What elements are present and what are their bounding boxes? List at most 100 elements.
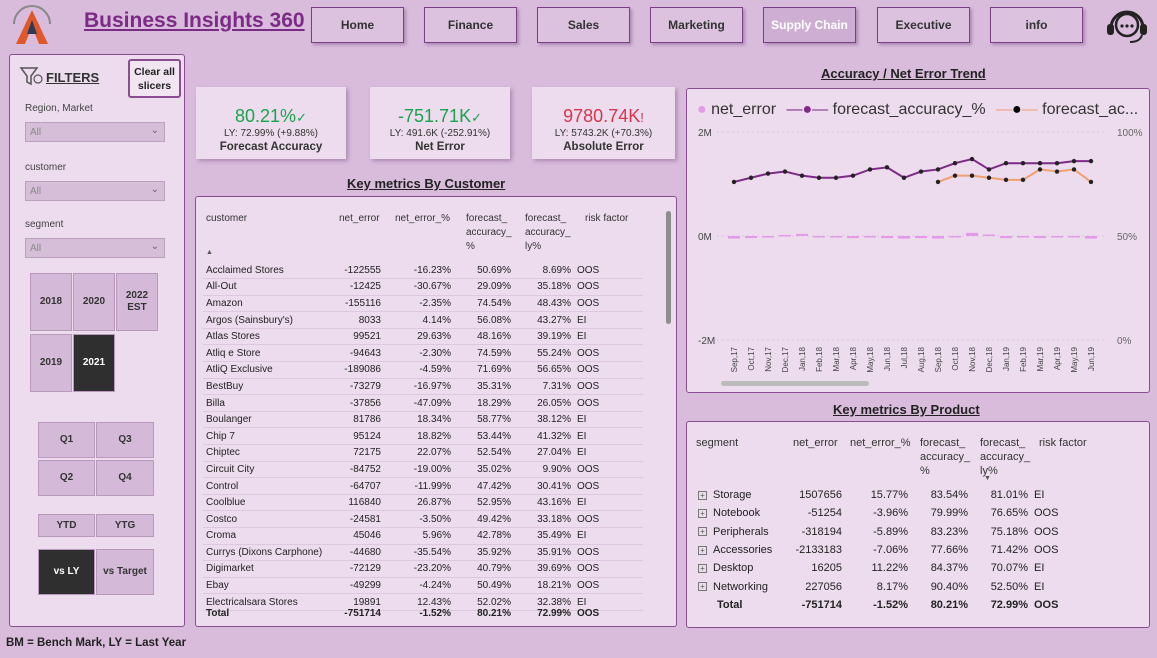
net-error-pct: 18.34% bbox=[384, 411, 454, 429]
col-header-forecast-accuracy[interactable]: forecast_ accuracy_ % bbox=[920, 436, 976, 478]
chart-scrollbar[interactable] bbox=[721, 381, 869, 386]
table-row[interactable]: + Desktop 16205 11.22% 84.37% 70.07% EI bbox=[695, 559, 1099, 577]
year-2019-tile[interactable]: 2019 bbox=[30, 334, 72, 392]
risk-factor: EI bbox=[1034, 489, 1045, 502]
forecast-accuracy-point bbox=[1088, 158, 1094, 164]
region-filter-dropdown[interactable]: All ⌄ bbox=[25, 122, 165, 142]
col-header-net-error-pct[interactable]: net_error_% bbox=[395, 212, 450, 226]
col-header-forecast-accuracy-ly[interactable]: forecast_ accuracy_ ly% bbox=[525, 212, 577, 254]
table-row[interactable]: Circuit City -84752 -19.00% 35.02% 9.90% OOS bbox=[203, 461, 643, 479]
net-error: -751714 bbox=[801, 598, 842, 611]
nav-executive-button[interactable]: Executive bbox=[877, 7, 970, 43]
net-error-bar bbox=[728, 236, 740, 239]
expand-plus-icon[interactable]: + bbox=[698, 509, 707, 519]
forecast-accuracy: 48.16% bbox=[454, 328, 514, 346]
risk-factor: OOS bbox=[1034, 507, 1059, 520]
net-error-pct: 22.07% bbox=[384, 444, 454, 462]
nav-sales-button[interactable]: Sales bbox=[537, 7, 630, 43]
chevron-down-icon: ⌄ bbox=[150, 184, 159, 195]
nav-marketing-button[interactable]: Marketing bbox=[650, 7, 743, 43]
customer-filter-dropdown[interactable]: All ⌄ bbox=[25, 181, 165, 201]
forecast-accuracy: 74.59% bbox=[454, 344, 514, 363]
expand-plus-icon[interactable]: + bbox=[698, 582, 707, 592]
table-row[interactable]: + Accessories -2133183 -7.06% 77.66% 71.42% OO… bbox=[695, 541, 1099, 559]
clear-slicers-button[interactable]: Clear all slicers bbox=[128, 59, 181, 98]
nav-supply-chain-button[interactable]: Supply Chain bbox=[763, 7, 856, 43]
nav-finance-button[interactable]: Finance bbox=[424, 7, 517, 43]
trend-chart-panel: ● net_error —●— forecast_accuracy_% —●— … bbox=[686, 88, 1150, 393]
segment-filter-dropdown[interactable]: All ⌄ bbox=[25, 238, 165, 258]
col-header-risk-factor[interactable]: risk factor bbox=[585, 212, 628, 226]
table-row[interactable]: Atliq e Store -94643 -2.30% 74.59% 55.24% OOS bbox=[203, 344, 643, 363]
table-row[interactable]: Croma 45046 5.96% 42.78% 35.49% EI bbox=[203, 527, 643, 545]
table-row[interactable]: Argos (Sainsbury's) 8033 4.14% 56.08% 43.27%… bbox=[203, 311, 643, 329]
table-row[interactable]: + Peripherals -318194 -5.89% 83.23% 75.18% OOS bbox=[695, 523, 1099, 541]
col-header-customer[interactable]: customer bbox=[206, 212, 247, 226]
forecast-accuracy-point bbox=[1054, 161, 1060, 166]
ytd-tile[interactable]: YTD bbox=[38, 514, 95, 537]
ytg-tile[interactable]: YTG bbox=[96, 514, 154, 537]
vs-target-toggle[interactable]: vs Target bbox=[96, 549, 154, 595]
table-row[interactable]: BestBuy -73279 -16.97% 35.31% 7.31% OOS bbox=[203, 378, 643, 396]
col-header-forecast-accuracy[interactable]: forecast_ accuracy_ % bbox=[466, 212, 518, 254]
table-row[interactable]: + Networking 227056 8.17% 90.40% 52.50% EI bbox=[695, 577, 1099, 595]
quarter-q1-tile[interactable]: Q1 bbox=[38, 422, 95, 458]
customer-name: Atlas Stores bbox=[203, 328, 330, 346]
table-scrollbar[interactable] bbox=[666, 211, 671, 324]
expand-plus-icon[interactable]: + bbox=[698, 563, 707, 573]
x-tick-label: Oct,18 bbox=[951, 346, 960, 370]
net-error-bar bbox=[1017, 236, 1029, 238]
customer-metrics-table[interactable]: customer ▲ net_error net_error_% forecas… bbox=[195, 196, 677, 627]
table-row[interactable]: Atlas Stores 99521 29.63% 48.16% 39.19% EI bbox=[203, 328, 643, 346]
product-metrics-table[interactable]: segment net_error net_error_% forecast_ … bbox=[686, 421, 1150, 628]
table-row[interactable]: Digimarket -72129 -23.20% 40.79% 39.69% OOS bbox=[203, 560, 643, 578]
quarter-q3-tile[interactable]: Q3 bbox=[96, 422, 154, 458]
col-header-net-error[interactable]: net_error bbox=[339, 212, 380, 226]
nav-home-button[interactable]: Home bbox=[311, 7, 404, 43]
table-row[interactable]: Coolblue 116840 26.87% 52.95% 43.16% EI bbox=[203, 494, 643, 512]
table-row[interactable]: + Storage 1507656 15.77% 83.54% 81.01% EI bbox=[695, 486, 1099, 504]
expand-plus-icon[interactable]: + bbox=[698, 527, 707, 537]
col-header-forecast-accuracy-ly[interactable]: forecast_ accuracy_ ly% bbox=[980, 436, 1036, 478]
year-2020-tile[interactable]: 2020 bbox=[73, 273, 115, 331]
col-header-segment[interactable]: segment bbox=[696, 436, 738, 450]
forecast-accuracy-ly-point bbox=[1003, 177, 1009, 183]
col-header-risk-factor[interactable]: risk factor bbox=[1039, 436, 1087, 450]
x-tick-label: Oct,17 bbox=[747, 346, 756, 370]
col-header-net-error-pct[interactable]: net_error_% bbox=[850, 436, 911, 450]
nav-info-button[interactable]: info bbox=[990, 7, 1083, 43]
customer-name: Ebay bbox=[203, 577, 330, 595]
table-row[interactable]: + Notebook -51254 -3.96% 79.99% 76.65% OOS bbox=[695, 504, 1099, 522]
quarter-q4-tile[interactable]: Q4 bbox=[96, 460, 154, 496]
table-row[interactable]: Amazon -155116 -2.35% 74.54% 48.43% OOS bbox=[203, 295, 643, 313]
segment-name: Networking bbox=[713, 580, 769, 593]
warning-icon: ! bbox=[640, 110, 644, 125]
customer-table-title: Key metrics By Customer bbox=[347, 176, 506, 191]
net-error: -2133183 bbox=[795, 544, 843, 557]
support-headset-icon[interactable] bbox=[1102, 6, 1152, 46]
table-row[interactable]: AtliQ Exclusive -189086 -4.59% 71.69% 56.65%… bbox=[203, 361, 643, 379]
vs-ly-toggle[interactable]: vs LY bbox=[38, 549, 95, 595]
year-2018-tile[interactable]: 2018 bbox=[30, 273, 72, 331]
table-row[interactable]: Chiptec 72175 22.07% 52.54% 27.04% EI bbox=[203, 444, 643, 462]
table-row[interactable]: All-Out -12425 -30.67% 29.09% 35.18% OOS bbox=[203, 278, 643, 296]
net-error-pct: -35.54% bbox=[384, 544, 454, 562]
table-row[interactable]: Currys (Dixons Carphone) -44680 -35.54% 35.… bbox=[203, 544, 643, 562]
net-error-bar bbox=[864, 236, 876, 238]
table-row[interactable]: Acclaimed Stores -122555 -16.23% 50.69% 8.69… bbox=[203, 262, 643, 280]
quarter-q2-tile[interactable]: Q2 bbox=[38, 460, 95, 496]
expand-plus-icon[interactable]: + bbox=[698, 545, 707, 555]
col-header-net-error[interactable]: net_error bbox=[793, 436, 838, 450]
table-row[interactable]: Ebay -49299 -4.24% 50.49% 18.21% OOS bbox=[203, 577, 643, 595]
expand-plus-icon[interactable]: + bbox=[698, 490, 707, 500]
forecast-accuracy: 58.77% bbox=[454, 411, 514, 429]
table-row[interactable]: Billa -37856 -47.09% 18.29% 26.05% OOS bbox=[203, 394, 643, 412]
table-row[interactable]: Control -64707 -11.99% 47.42% 30.41% OOS bbox=[203, 477, 643, 495]
forecast-accuracy: 52.95% bbox=[454, 494, 514, 512]
risk-factor: EI bbox=[574, 328, 643, 346]
year-2021-tile[interactable]: 2021 bbox=[73, 334, 115, 392]
table-row[interactable]: Boulanger 81786 18.34% 58.77% 38.12% EI bbox=[203, 411, 643, 429]
table-row[interactable]: Chip 7 95124 18.82% 53.44% 41.32% EI bbox=[203, 427, 643, 446]
year-2022-est-tile[interactable]: 2022 EST bbox=[116, 273, 158, 331]
table-row[interactable]: Costco -24581 -3.50% 49.42% 33.18% OOS bbox=[203, 510, 643, 528]
